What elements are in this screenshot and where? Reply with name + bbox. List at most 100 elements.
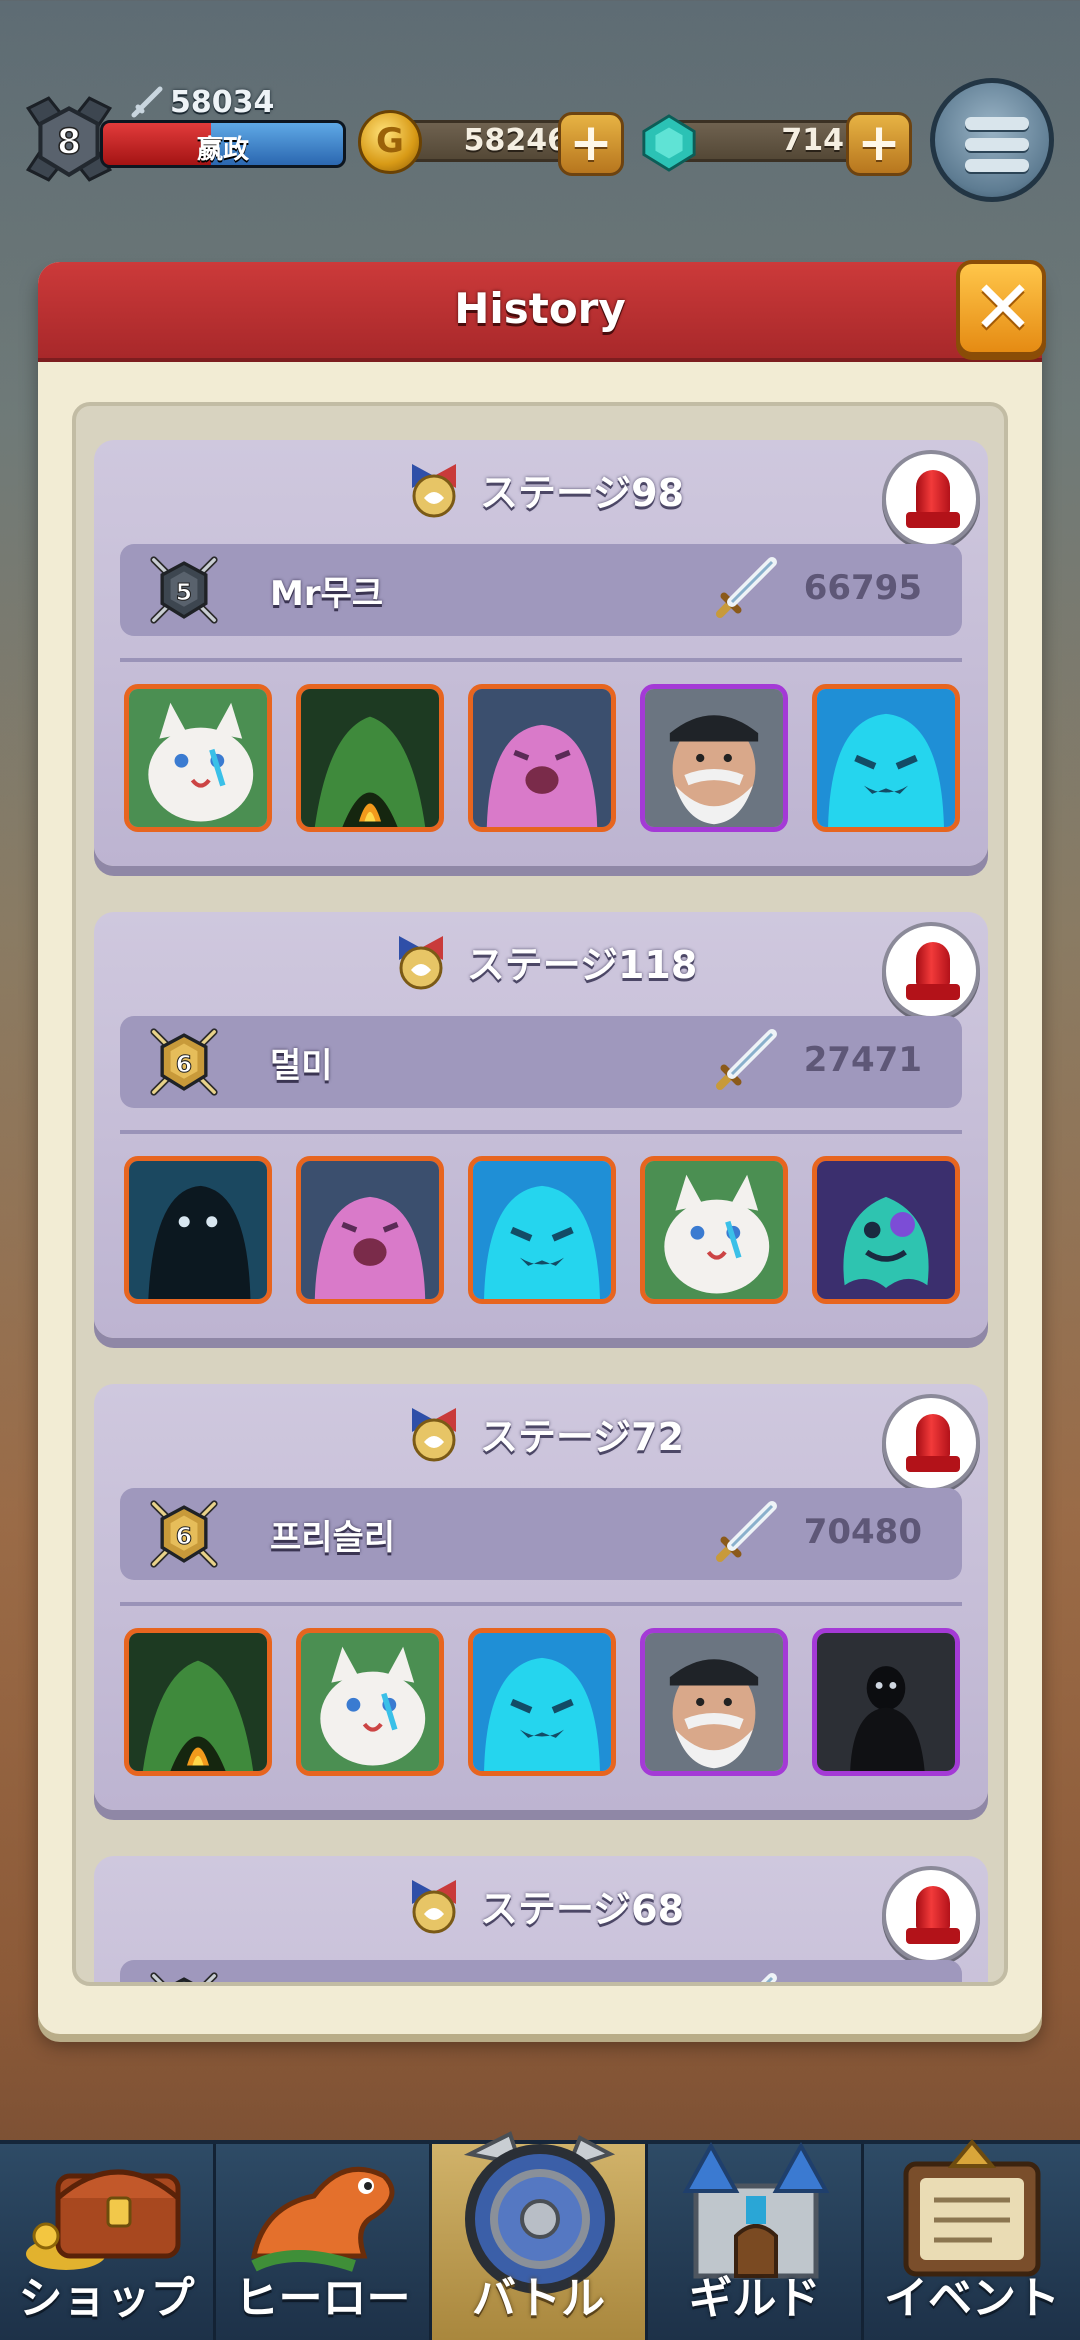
siren-icon xyxy=(916,1414,950,1458)
hero-portrait-captain[interactable] xyxy=(640,684,788,832)
report-alert-button[interactable] xyxy=(882,1866,980,1964)
opponent-power: 66795 xyxy=(803,568,922,608)
stage-label: ステージ98 xyxy=(479,470,685,515)
nav-battle-label: バトル xyxy=(471,2273,606,2324)
siren-icon xyxy=(916,470,950,514)
hero-portrait-cat[interactable] xyxy=(296,1628,444,1776)
opponent-power: 70480 xyxy=(803,1512,922,1552)
close-button[interactable]: ✕ xyxy=(956,260,1046,356)
hero-portrait-dark-figure[interactable] xyxy=(812,1628,960,1776)
history-card[interactable]: ステージ98 5 Mr무크 66795 xyxy=(94,440,988,866)
divider xyxy=(120,658,962,662)
stage-label: ステージ68 xyxy=(479,1886,685,1931)
nav-guild-label: ギルド xyxy=(688,2273,821,2324)
sword-icon xyxy=(760,1973,777,1982)
hero-portrait-captain[interactable] xyxy=(640,1628,788,1776)
opponent-rank-icon: 6 xyxy=(150,1500,218,1568)
opponent-rank-icon: 5 xyxy=(150,556,218,624)
opponent-row: 5 Mr무크 66795 xyxy=(120,544,962,636)
history-card[interactable]: ステージ72 6 프리슬리 70480 xyxy=(94,1384,988,1810)
history-card[interactable]: ステージ118 6 멀미 27471 xyxy=(94,912,988,1338)
opponent-row: 5 xyxy=(120,1960,962,1982)
hero-portrait-pink-slime[interactable] xyxy=(468,684,616,832)
opponent-name: 멀미 xyxy=(270,1046,333,1086)
opponent-rank-icon: 6 xyxy=(150,1028,218,1096)
report-alert-button[interactable] xyxy=(882,1394,980,1492)
bottom-navigation: ショップ ヒーロー バトル ギルド イベント xyxy=(0,2131,1080,2340)
moss-hero-icon xyxy=(301,689,439,827)
nav-hero[interactable]: ヒーロー xyxy=(216,2144,432,2340)
menu-icon xyxy=(965,117,1029,130)
hero-portrait-spirit[interactable] xyxy=(812,1156,960,1304)
cat-hero-icon xyxy=(301,1633,439,1771)
player-name-bar: 嬴政 xyxy=(100,120,346,168)
dark-figure-hero-icon xyxy=(817,1633,955,1771)
report-alert-button[interactable] xyxy=(882,922,980,1020)
gold-amount: 58246 xyxy=(463,123,568,158)
stage-header: ステージ68 xyxy=(94,1872,988,1938)
nav-event[interactable]: イベント xyxy=(864,2138,1080,2340)
rank-level: 8 xyxy=(57,122,81,162)
opponent-name: 프리슬리 xyxy=(270,1518,396,1558)
hero-portrait-moss[interactable] xyxy=(124,1628,272,1776)
opponent-row: 6 멀미 27471 xyxy=(120,1016,962,1108)
hero-portrait-cyan-slime[interactable] xyxy=(468,1628,616,1776)
opponent-power: 27471 xyxy=(803,1040,922,1080)
cat-hero-icon xyxy=(645,1161,783,1299)
gold-counter: 58246 + xyxy=(358,110,624,176)
hero-portrait-cyan-slime[interactable] xyxy=(468,1156,616,1304)
divider xyxy=(120,1130,962,1134)
battle-flags-icon xyxy=(411,464,456,518)
cat-hero-icon xyxy=(129,689,267,827)
hero-lineup xyxy=(124,1156,964,1306)
sword-icon xyxy=(716,1029,777,1090)
spirit-hero-icon xyxy=(817,1161,955,1299)
svg-text:5: 5 xyxy=(176,578,192,606)
moss-hero-icon xyxy=(129,1633,267,1771)
battle-flags-icon xyxy=(411,1408,456,1462)
add-gold-button[interactable]: + xyxy=(558,112,624,176)
top-status-bar: 8 58034 嬴政 58246 + 714 + xyxy=(0,0,1080,220)
pink-slime-hero-icon xyxy=(301,1161,439,1299)
modal-header: History xyxy=(38,262,1042,362)
hero-lineup xyxy=(124,684,964,834)
sword-icon xyxy=(131,86,163,118)
gem-counter: 714 + xyxy=(636,110,912,176)
siren-icon xyxy=(916,942,950,986)
menu-button[interactable] xyxy=(930,78,1054,202)
player-power: 58034 xyxy=(130,82,274,122)
power-value: 58034 xyxy=(170,84,275,120)
svg-text:6: 6 xyxy=(176,1050,192,1078)
sword-icon xyxy=(716,1501,777,1562)
hero-portrait-shadow[interactable] xyxy=(124,1156,272,1304)
report-alert-button[interactable] xyxy=(882,450,980,548)
nav-event-label: イベント xyxy=(884,2273,1060,2324)
hero-portrait-pink-slime[interactable] xyxy=(296,1156,444,1304)
add-gems-button[interactable]: + xyxy=(846,112,912,176)
battle-flags-icon xyxy=(411,1880,456,1934)
stage-header: ステージ72 xyxy=(94,1400,988,1466)
hero-portrait-cat[interactable] xyxy=(640,1156,788,1304)
history-list[interactable]: ステージ98 5 Mr무크 66795 ステージ118 6 멀미 27471 ステージ72 6 프리… xyxy=(72,402,1008,1986)
nav-battle[interactable]: バトル xyxy=(432,2131,648,2340)
pink-slime-hero-icon xyxy=(473,689,611,827)
battle-flags-icon xyxy=(398,936,443,990)
cyan-slime-hero-icon xyxy=(817,689,955,827)
history-card[interactable]: ステージ68 5 xyxy=(94,1856,988,1982)
nav-shop[interactable]: ショップ xyxy=(0,2144,216,2340)
sword-icon xyxy=(716,557,777,618)
cyan-slime-hero-icon xyxy=(473,1161,611,1299)
opponent-row: 6 프리슬리 70480 xyxy=(120,1488,962,1580)
hero-portrait-cyan-slime[interactable] xyxy=(812,684,960,832)
hero-portrait-moss[interactable] xyxy=(296,684,444,832)
captain-hero-icon xyxy=(645,1633,783,1771)
stage-label: ステージ72 xyxy=(479,1414,685,1459)
stage-label: ステージ118 xyxy=(466,942,698,987)
modal-title: History xyxy=(454,284,626,333)
nav-guild[interactable]: ギルド xyxy=(648,2141,864,2340)
gem-icon xyxy=(642,114,696,172)
opponent-name: Mr무크 xyxy=(270,574,384,614)
hero-portrait-cat[interactable] xyxy=(124,684,272,832)
hero-lineup xyxy=(124,1628,964,1778)
history-modal: History ✕ ステージ98 5 Mr무크 66795 ステージ118 6 멀미 2747… xyxy=(38,260,1046,2034)
